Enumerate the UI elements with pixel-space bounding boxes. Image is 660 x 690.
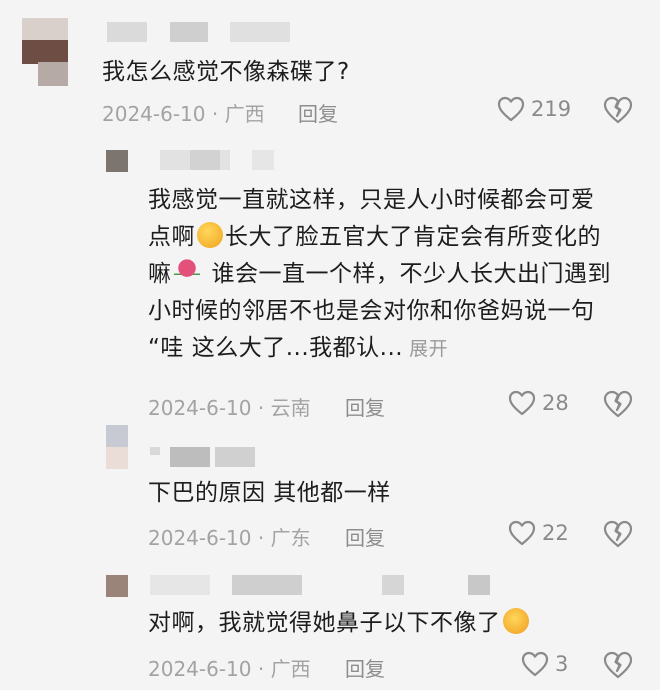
username	[230, 22, 290, 42]
comment-text-line: 我感觉一直就这样，只是人小时候都会可爱	[148, 187, 595, 213]
like-count: 219	[531, 97, 572, 121]
comment-date-location: 2024-6-10 · 云南	[148, 396, 311, 420]
reply-button[interactable]: 回复	[298, 98, 338, 127]
comment-4: 对啊，我就觉得她鼻子以下不像了 2024-6-10 · 广西 回复 3	[0, 565, 660, 690]
username	[232, 575, 302, 595]
comment-date-location: 2024-6-10 · 广西	[148, 657, 311, 681]
comment-1: 我怎么感觉不像森碟了? 2024-6-10 · 广西 回复 219	[0, 0, 660, 140]
username	[215, 447, 255, 467]
username	[190, 150, 220, 170]
username	[252, 150, 274, 170]
avatar[interactable]	[106, 425, 128, 469]
reply-button[interactable]: 回复	[345, 522, 385, 551]
username[interactable]	[107, 22, 147, 42]
username	[382, 575, 404, 595]
like-button[interactable]: 3	[521, 651, 568, 677]
heart-outline-icon	[508, 390, 536, 416]
comment-text-line: 嘛谁会一直一个样，不少人长大出门遇到	[148, 259, 611, 287]
username	[170, 447, 210, 467]
comment-text-line: 小时候的邻居不也是会对你和你爸妈说一句	[148, 298, 595, 324]
comment-date-location: 2024-6-10 · 广西	[102, 102, 265, 126]
heart-outline-icon	[521, 651, 549, 677]
comment-text: 我感觉一直就这样，只是人小时候都会可爱 点啊 长大了脸五官大了肯定会有所变化的 嘛…	[148, 182, 648, 368]
like-button[interactable]: 22	[508, 520, 569, 546]
comment-text-line: 点啊 长大了脸五官大了肯定会有所变化的	[148, 222, 601, 250]
like-count: 28	[542, 391, 569, 415]
username[interactable]	[150, 575, 210, 595]
broken-heart-icon	[603, 390, 633, 418]
comment-date-location: 2024-6-10 · 广东	[148, 526, 311, 550]
comment-3: 下巴的原因 其他都一样 2024-6-10 · 广东 回复 22	[0, 425, 660, 565]
dislike-button[interactable]	[603, 520, 633, 552]
comment-2: 我感觉一直就这样，只是人小时候都会可爱 点啊 长大了脸五官大了肯定会有所变化的 嘛…	[0, 140, 660, 425]
username	[468, 575, 490, 595]
rose-icon	[173, 259, 200, 285]
broken-heart-icon	[603, 520, 633, 548]
winking-face-icon	[197, 222, 223, 248]
like-button[interactable]: 28	[508, 390, 569, 416]
like-button[interactable]: 219	[497, 96, 571, 122]
dislike-button[interactable]	[603, 651, 633, 683]
heart-outline-icon	[497, 96, 525, 122]
username[interactable]	[150, 447, 160, 455]
expand-button[interactable]: 展开	[409, 338, 448, 360]
like-count: 22	[542, 521, 569, 545]
avatar[interactable]	[106, 575, 128, 597]
avatar[interactable]	[22, 18, 68, 86]
avatar[interactable]	[106, 150, 128, 172]
reply-button[interactable]: 回复	[345, 392, 385, 421]
broken-heart-icon	[603, 651, 633, 679]
comment-text: 下巴的原因 其他都一样	[148, 480, 391, 506]
comment-text: 我怎么感觉不像森碟了?	[102, 59, 350, 85]
heart-outline-icon	[508, 520, 536, 546]
dislike-button[interactable]	[603, 390, 633, 422]
reply-button[interactable]: 回复	[345, 653, 385, 682]
comment-text: 对啊，我就觉得她鼻子以下不像了	[148, 605, 531, 642]
comment-text-line: “哇 这么大了...我都认... 展开	[148, 335, 449, 361]
dislike-button[interactable]	[603, 96, 633, 128]
rolling-laughing-face-icon	[502, 608, 529, 634]
broken-heart-icon	[603, 96, 633, 124]
username	[170, 22, 208, 42]
like-count: 3	[555, 652, 569, 676]
